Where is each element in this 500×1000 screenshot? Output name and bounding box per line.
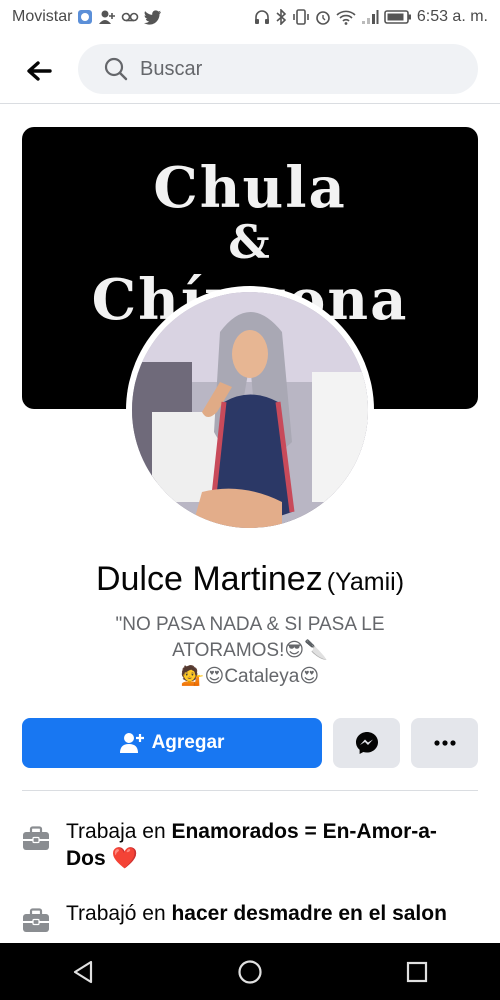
clock-label: 6:53 a. m. xyxy=(416,8,488,25)
messenger-notification-icon xyxy=(77,9,93,25)
cover-text-line1: Chula xyxy=(153,155,347,221)
profile-picture[interactable] xyxy=(126,286,374,534)
profile-name: Dulce Martinez xyxy=(95,560,323,598)
search-header xyxy=(0,40,500,102)
profile-name-row: Dulce Martinez (Yamii) xyxy=(0,560,500,599)
vibrate-icon xyxy=(292,9,310,25)
carrier-label: Movistar xyxy=(12,8,73,25)
briefcase-icon xyxy=(23,908,49,932)
work-detail-text: Trabaja en Enamorados = En-Amor-a-Dos ❤️ xyxy=(66,818,462,872)
nav-back-button[interactable] xyxy=(53,943,113,1000)
heart-emoji: ❤️ xyxy=(105,847,138,870)
bio-line: 💁😍Cataleya😍 xyxy=(180,666,320,687)
bio-line: ATORAMOS!😎🔪 xyxy=(172,640,328,661)
system-navigation-bar xyxy=(0,943,500,1000)
circle-home-icon xyxy=(238,959,262,984)
workplace-link[interactable]: hacer desmadre en el salon xyxy=(171,902,446,925)
headphones-icon xyxy=(254,9,270,25)
work-detail-text: Trabajó en hacer desmadre en el salon xyxy=(66,900,447,934)
message-button[interactable] xyxy=(333,718,400,768)
nav-recents-button[interactable] xyxy=(387,943,447,1000)
section-divider xyxy=(22,790,478,791)
friend-request-icon xyxy=(98,9,116,25)
cover-text-line2: & xyxy=(228,215,272,269)
profile-alternate-name: (Yamii) xyxy=(326,568,405,596)
alarm-icon xyxy=(315,9,331,25)
bio-line: "NO PASA NADA & SI PASA LE xyxy=(115,614,385,635)
work-detail-past: Trabajó en hacer desmadre en el salon xyxy=(22,900,462,934)
status-bar: Movistar 6:53 a. m. xyxy=(0,0,500,34)
bluetooth-icon xyxy=(275,9,287,25)
search-icon xyxy=(104,57,128,81)
triangle-back-icon xyxy=(74,960,93,983)
more-options-button[interactable] xyxy=(411,718,478,768)
profile-bio: "NO PASA NADA & SI PASA LE ATORAMOS!😎🔪 💁… xyxy=(60,612,440,690)
square-recents-icon xyxy=(406,961,427,982)
voicemail-icon xyxy=(121,11,139,23)
add-friend-button[interactable]: Agregar xyxy=(22,718,322,768)
search-input[interactable] xyxy=(138,56,442,82)
more-dots-icon xyxy=(433,740,456,746)
add-friend-label: Agregar xyxy=(151,732,225,753)
messenger-icon xyxy=(355,732,378,754)
battery-icon xyxy=(384,9,412,25)
profile-photo-image xyxy=(132,292,368,528)
signal-icon xyxy=(361,9,379,25)
search-bar[interactable] xyxy=(78,44,478,94)
twitter-icon xyxy=(144,9,162,25)
briefcase-icon xyxy=(23,826,49,850)
work-detail-current: Trabaja en Enamorados = En-Amor-a-Dos ❤️ xyxy=(22,818,462,872)
add-friend-icon xyxy=(119,733,144,753)
nav-home-button[interactable] xyxy=(220,943,280,1000)
wifi-icon xyxy=(336,9,356,25)
work-detail-prefix: Trabaja en xyxy=(66,820,172,843)
work-detail-prefix: Trabajó en xyxy=(66,902,172,925)
arrow-left-icon xyxy=(27,61,52,81)
header-divider xyxy=(0,103,500,104)
back-button[interactable] xyxy=(22,54,56,88)
